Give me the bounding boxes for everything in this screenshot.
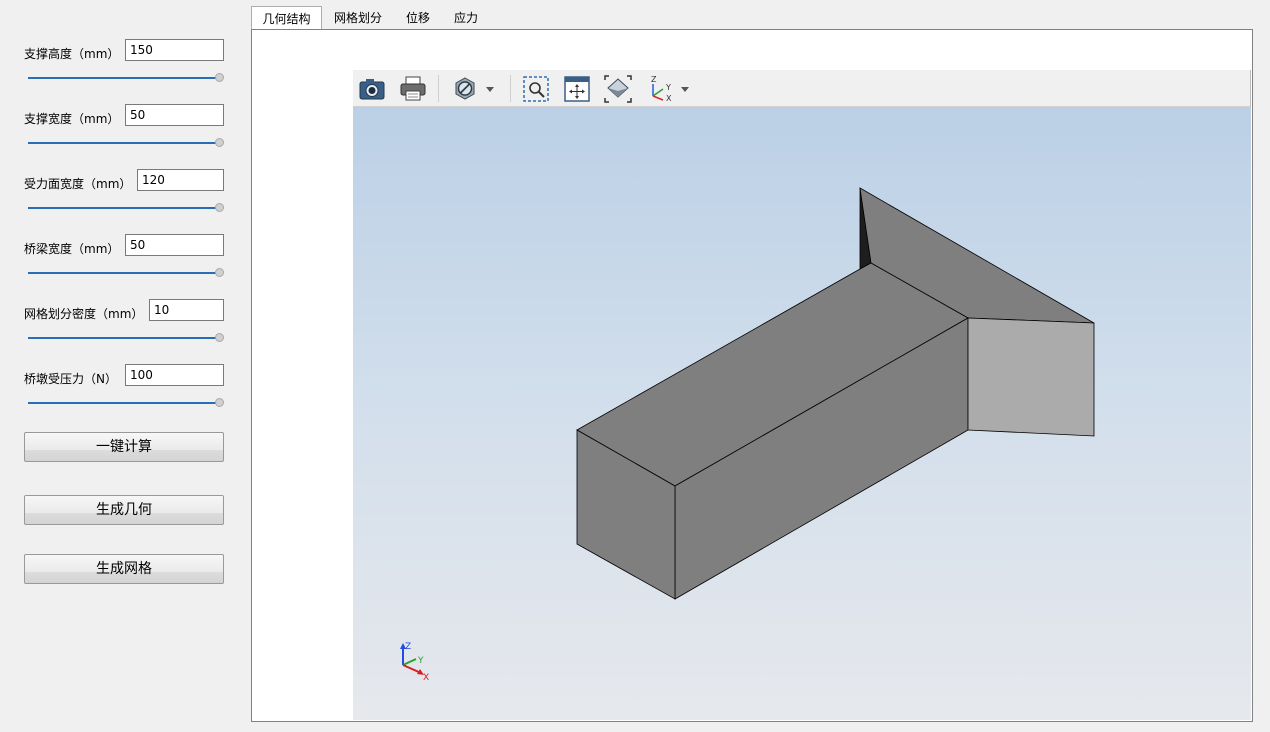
axis-y-label: Y: [417, 656, 424, 666]
fit-all-icon[interactable]: [562, 74, 592, 104]
dropdown-arrow-icon[interactable]: [480, 74, 500, 104]
bridge-width-input[interactable]: [125, 234, 224, 256]
param-load-face-width: 受力面宽度（mm）: [24, 169, 224, 219]
generate-mesh-button[interactable]: 生成网格: [24, 554, 224, 584]
toolbar-separator: [438, 75, 439, 102]
view-iso-icon[interactable]: [603, 74, 633, 104]
slider-handle[interactable]: [215, 398, 224, 407]
svg-text:Z: Z: [651, 75, 657, 84]
slider-track: [28, 272, 218, 274]
tab-mesh[interactable]: 网格划分: [329, 6, 387, 30]
viewer-toolbar: Z Y X: [353, 70, 1251, 107]
slider-handle[interactable]: [215, 203, 224, 212]
camera-icon[interactable]: [357, 74, 387, 104]
bridge-width-slider[interactable]: [28, 268, 224, 278]
param-label: 网格划分密度（mm）: [24, 307, 144, 321]
axis-triad: Z Y X: [400, 642, 429, 683]
support-height-input[interactable]: [125, 39, 224, 61]
3d-viewer: Z Y X Z Y X: [353, 70, 1251, 720]
slider-handle[interactable]: [215, 333, 224, 342]
support-height-slider[interactable]: [28, 73, 224, 83]
model-plate-face: [967, 317, 1095, 437]
display-mode-icon[interactable]: [450, 74, 480, 104]
axis-z-label: Z: [405, 642, 411, 652]
param-label: 支撑高度（mm）: [24, 47, 120, 61]
slider-track: [28, 207, 218, 209]
toolbar-separator: [510, 75, 511, 102]
param-mesh-density: 网格划分密度（mm）: [24, 299, 224, 349]
zoom-window-icon[interactable]: [521, 74, 551, 104]
slider-track: [28, 337, 218, 339]
slider-handle[interactable]: [215, 138, 224, 147]
param-support-width: 支撑宽度（mm）: [24, 104, 224, 154]
tab-stress[interactable]: 应力: [447, 6, 485, 30]
support-width-slider[interactable]: [28, 138, 224, 148]
slider-handle[interactable]: [215, 268, 224, 277]
slider-track: [28, 77, 218, 79]
axis-x-label: X: [423, 673, 429, 683]
svg-text:X: X: [666, 94, 672, 103]
tab-geometry[interactable]: 几何结构: [251, 6, 322, 30]
load-face-width-slider[interactable]: [28, 203, 224, 213]
support-width-input[interactable]: [125, 104, 224, 126]
param-pier-pressure: 桥墩受压力（N）: [24, 364, 224, 414]
mesh-density-slider[interactable]: [28, 333, 224, 343]
param-bridge-width: 桥梁宽度（mm）: [24, 234, 224, 284]
load-face-width-input[interactable]: [137, 169, 224, 191]
slider-handle[interactable]: [215, 73, 224, 82]
generate-geometry-button[interactable]: 生成几何: [24, 495, 224, 525]
param-label: 受力面宽度（mm）: [24, 177, 132, 191]
slider-track: [28, 142, 218, 144]
param-support-height: 支撑高度（mm）: [24, 39, 224, 89]
compute-button[interactable]: 一键计算: [24, 432, 224, 462]
param-label: 桥梁宽度（mm）: [24, 242, 120, 256]
axis-orientation-icon[interactable]: Z Y X: [646, 74, 676, 104]
dropdown-arrow-icon[interactable]: [675, 74, 695, 104]
pier-pressure-slider[interactable]: [28, 398, 224, 408]
pier-pressure-input[interactable]: [125, 364, 224, 386]
slider-track: [28, 402, 218, 404]
parameter-sidebar: 支撑高度（mm） 支撑宽度（mm） 受力面宽度（mm） 桥梁宽度（mm） 网格划…: [0, 0, 245, 732]
svg-text:Y: Y: [665, 83, 671, 92]
tab-displacement[interactable]: 位移: [399, 6, 437, 30]
model-render: Z Y X: [400, 187, 1095, 683]
param-label: 支撑宽度（mm）: [24, 112, 120, 126]
param-label: 桥墩受压力（N）: [24, 372, 117, 386]
3d-canvas[interactable]: Z Y X: [353, 107, 1251, 720]
print-icon[interactable]: [398, 74, 428, 104]
mesh-density-input[interactable]: [149, 299, 224, 321]
